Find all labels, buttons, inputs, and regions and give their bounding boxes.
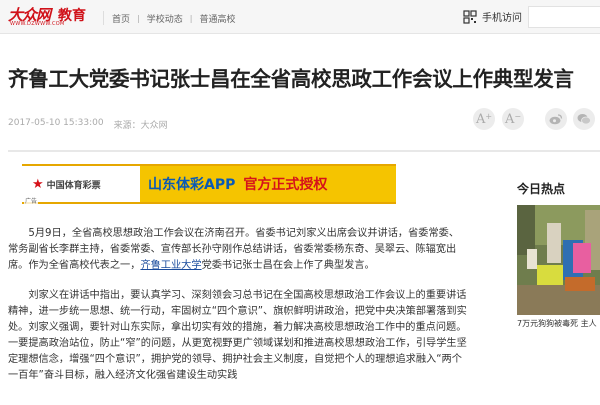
logo-section: 教育 bbox=[58, 8, 86, 24]
photo-image bbox=[517, 205, 600, 315]
wechat-icon bbox=[577, 114, 591, 125]
breadcrumb-home[interactable]: 首页 bbox=[112, 12, 130, 25]
hot-news-caption[interactable]: 7万元狗狗被毒死 主人 bbox=[517, 318, 597, 329]
ad-slogan-area: 山东体彩APP 官方正式授权 bbox=[140, 166, 396, 202]
font-smaller-glyph: A bbox=[504, 111, 515, 127]
font-larger-glyph: A bbox=[475, 111, 486, 127]
logo-domain: WWW.DZWWW.COM bbox=[10, 21, 65, 27]
site-logo[interactable]: 大众网 WWW.DZWWW.COM 教育 bbox=[8, 4, 100, 30]
plus-icon: + bbox=[485, 111, 493, 121]
sidebar-divider bbox=[498, 150, 600, 152]
minus-icon: − bbox=[514, 111, 522, 121]
weibo-share-button[interactable] bbox=[545, 108, 567, 130]
article-paragraph: 5月9日，全省高校思想政治工作会议在济南召开。省委书记刘家义出席会议并讲话，省委… bbox=[8, 226, 468, 274]
ad-tag: 广告 bbox=[24, 196, 39, 205]
article-meta: 2017-05-10 15:33:00 来源：大众网 bbox=[8, 118, 168, 131]
article-body: 5月9日，全省高校思想政治工作会议在济南召开。省委书记刘家义出席会议并讲话，省委… bbox=[8, 226, 468, 398]
article-title: 齐鲁工大党委书记张士昌在全省高校思政工作会议上作典型发言 bbox=[8, 67, 574, 91]
mobile-visit-label: 手机访问 bbox=[482, 13, 522, 24]
paragraph-text: 党委书记张士昌在会上作了典型发言。 bbox=[201, 260, 375, 271]
ad-brand-area: ★ 中国体育彩票 bbox=[22, 166, 140, 202]
breadcrumb-school-news[interactable]: 学校动态 bbox=[147, 12, 183, 25]
university-link[interactable]: 齐鲁工业大学 bbox=[140, 260, 201, 271]
breadcrumb: 首页 | 学校动态 | 普通高校 bbox=[103, 11, 235, 25]
breadcrumb-separator: | bbox=[137, 13, 140, 23]
ad-brand: 中国体育彩票 bbox=[46, 180, 101, 191]
breadcrumb-universities[interactable]: 普通高校 bbox=[199, 12, 235, 25]
mobile-visit-link[interactable]: 手机访问 bbox=[463, 9, 522, 24]
article-paragraph: 刘家义在讲话中指出，要认真学习、深刻领会习总书记在全国高校思想政治工作会议上的重… bbox=[8, 288, 468, 384]
weibo-icon bbox=[549, 114, 563, 125]
top-bar: 大众网 WWW.DZWWW.COM 教育 首页 | 学校动态 | 普通高校 手机… bbox=[0, 0, 600, 34]
breadcrumb-separator: | bbox=[189, 13, 193, 23]
font-smaller-button[interactable]: A − bbox=[502, 108, 524, 130]
search-input[interactable] bbox=[528, 6, 600, 28]
star-icon: ★ bbox=[32, 176, 44, 192]
hot-today-title: 今日热点 bbox=[517, 182, 566, 196]
ad-slogan-authorized: 官方正式授权 bbox=[243, 177, 328, 193]
grid-icon bbox=[463, 9, 477, 24]
article-date: 2017-05-10 15:33:00 bbox=[8, 118, 104, 128]
ad-banner[interactable]: ★ 中国体育彩票 山东体彩APP 官方正式授权 广告 bbox=[22, 164, 396, 205]
breadcrumb-divider bbox=[103, 11, 104, 25]
wechat-share-button[interactable] bbox=[573, 108, 595, 130]
ad-slogan-app: 山东体彩APP bbox=[148, 177, 236, 193]
hot-news-photo[interactable] bbox=[517, 205, 600, 315]
font-larger-button[interactable]: A + bbox=[473, 108, 495, 130]
paragraph-text: 刘家义在讲话中指出，要认真学习、深刻领会习总书记在全国高校思想政治工作会议上的重… bbox=[8, 290, 467, 381]
content-divider bbox=[8, 150, 498, 152]
article-source: 来源：大众网 bbox=[113, 121, 168, 131]
